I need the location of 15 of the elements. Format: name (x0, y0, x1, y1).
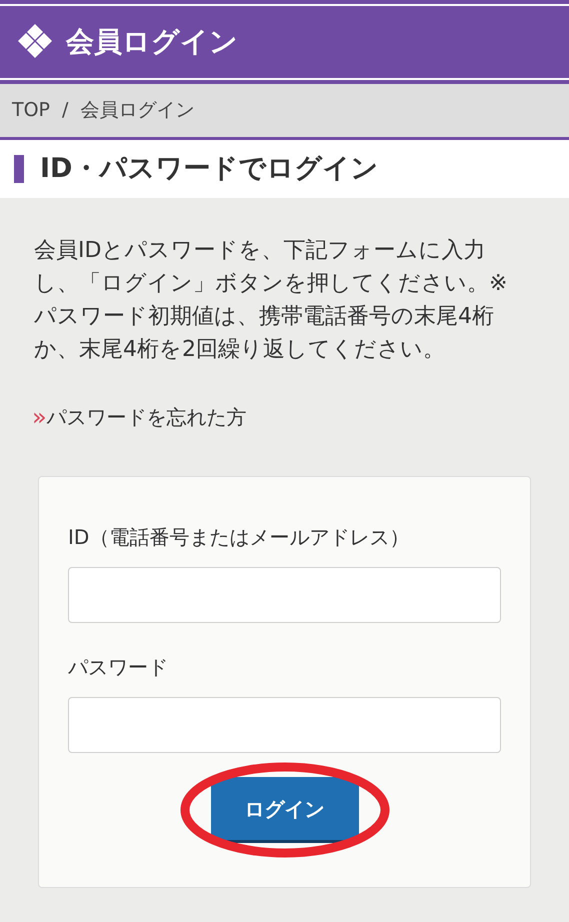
instructions-text: 会員IDとパスワードを、下記フォームに入力し、「ログイン」ボタンを押してください。※パスワード初期値は、携帯電話番号の末尾4桁か、末尾4桁を2回繰り返してください。 (34, 237, 508, 364)
diamond-logo-icon (16, 23, 54, 61)
accent-bar (14, 155, 24, 183)
breadcrumb-item[interactable]: TOP (12, 96, 50, 125)
double-chevron-icon: » (32, 405, 47, 429)
forgot-password-link[interactable]: パスワードを忘れた方 (46, 402, 247, 432)
field-label: パスワード (68, 654, 169, 681)
section-title: ID・パスワードでログイン (40, 152, 378, 186)
breadcrumb-item: 会員ログイン (80, 98, 194, 124)
input-field[interactable] (68, 567, 501, 623)
login-button[interactable]: ログイン (210, 777, 358, 843)
input-field[interactable] (68, 697, 501, 753)
page-title: 会員ログイン (66, 24, 238, 60)
breadcrumb-item: / (62, 98, 68, 124)
field-label: ID（電話番号またはメールアドレス） (68, 524, 410, 551)
